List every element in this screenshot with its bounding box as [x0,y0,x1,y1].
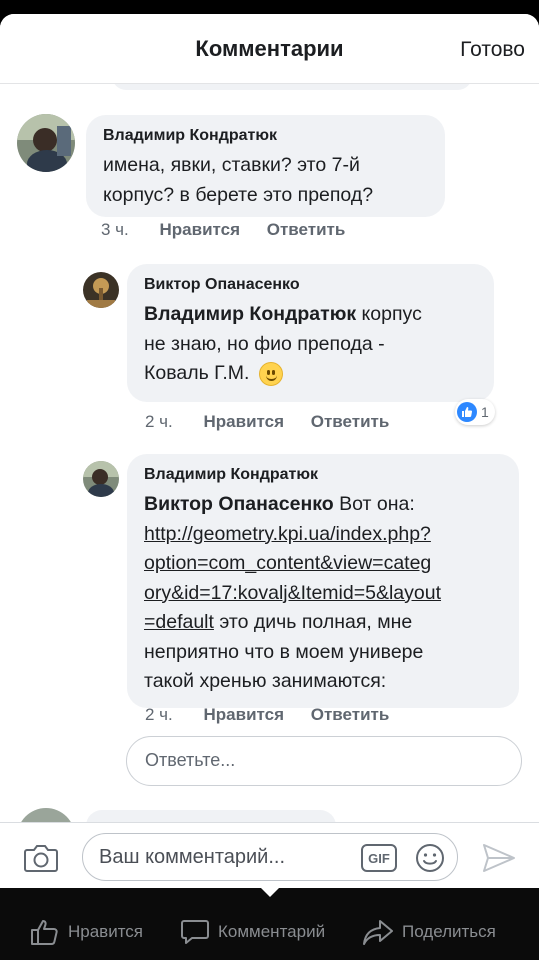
gif-button[interactable]: GIF [361,844,397,872]
comments-sheet: Комментарии Готово Владимир Кондратюк им… [0,14,539,888]
comment-text: Виктор Опанасенко Вот она: http://geomet… [144,490,502,697]
mention[interactable]: Владимир Кондратюк [144,303,356,325]
page-title: Комментарии [195,36,344,61]
reply-input[interactable]: Ответьте... [126,736,522,786]
like-action-button[interactable]: Нравится [30,918,143,946]
comment-bubble: Владимир Кондратюк Виктор Опанасенко Вот… [127,454,519,708]
mention[interactable]: Виктор Опанасенко [144,493,334,515]
comment-author[interactable]: Владимир Кондратюк [103,127,428,145]
comment-time: 2 ч. [145,412,173,431]
share-arrow-icon [363,920,393,945]
reaction-count: 1 [481,404,489,420]
emoji-icon[interactable] [415,843,445,873]
done-button[interactable]: Готово [460,38,525,62]
share-action-button[interactable]: Поделиться [362,918,496,946]
comment-bubble: Владимир Кондратюк имена, явки, ставки? … [86,115,445,217]
comment-time: 2 ч. [145,705,173,724]
comment-action-label: Комментарий [218,922,326,941]
comment-input[interactable]: Ваш комментарий... GIF [82,833,458,881]
comment-meta: 3 ч. Нравится Ответить [101,220,367,240]
url-link-line[interactable]: ory&id=17:kovalj&Itemid=5&layout [144,579,502,609]
camera-icon[interactable] [23,843,59,873]
avatar[interactable] [17,114,75,172]
pointer-caret [259,886,281,897]
like-link[interactable]: Нравится [204,705,285,724]
comment-meta: 2 ч. Нравится Ответить [145,412,411,432]
smile-emoji-icon [259,361,284,386]
comment-time: 3 ч. [101,220,129,239]
comment-author[interactable]: Виктор Опанасенко [144,276,477,294]
url-link-line[interactable]: =default [144,611,214,633]
speech-bubble-icon [181,920,209,944]
reply-link[interactable]: Ответить [267,220,346,239]
comment-placeholder: Ваш комментарий... [99,846,286,868]
post-action-bar: Нравится Комментарий Поделиться [0,888,539,960]
like-link[interactable]: Нравится [160,220,241,239]
avatar[interactable] [83,461,119,497]
reply-link[interactable]: Ответить [311,705,390,724]
header: Комментарии Готово [0,14,539,84]
comment-text: имена, явки, ставки? это 7-й корпус? в б… [103,154,374,206]
url-link-line[interactable]: http://geometry.kpi.ua/index.php? [144,520,502,550]
like-link[interactable]: Нравится [204,412,285,431]
comment-meta: 2 ч. Нравится Ответить [145,705,411,725]
thumbs-up-outline-icon [31,920,58,945]
reply-placeholder: Ответьте... [145,750,236,770]
comment-composer: Ваш комментарий... GIF [0,822,539,888]
comment-author[interactable]: Владимир Кондратюк [144,466,502,484]
comment-bubble: Виктор Опанасенко Владимир Кондратюк кор… [127,264,494,402]
like-action-label: Нравится [68,922,144,941]
avatar[interactable] [83,272,119,308]
share-action-label: Поделиться [402,922,496,941]
reaction-badge[interactable]: 1 [455,399,495,425]
comment-action-button[interactable]: Комментарий [180,918,325,946]
reply-link[interactable]: Ответить [311,412,390,431]
thumbs-up-icon [457,402,477,422]
send-icon[interactable] [482,843,516,873]
url-link-line[interactable]: option=com_content&view=categ [144,549,502,579]
comment-text: Владимир Кондратюк корпус не знаю, но фи… [144,303,422,386]
